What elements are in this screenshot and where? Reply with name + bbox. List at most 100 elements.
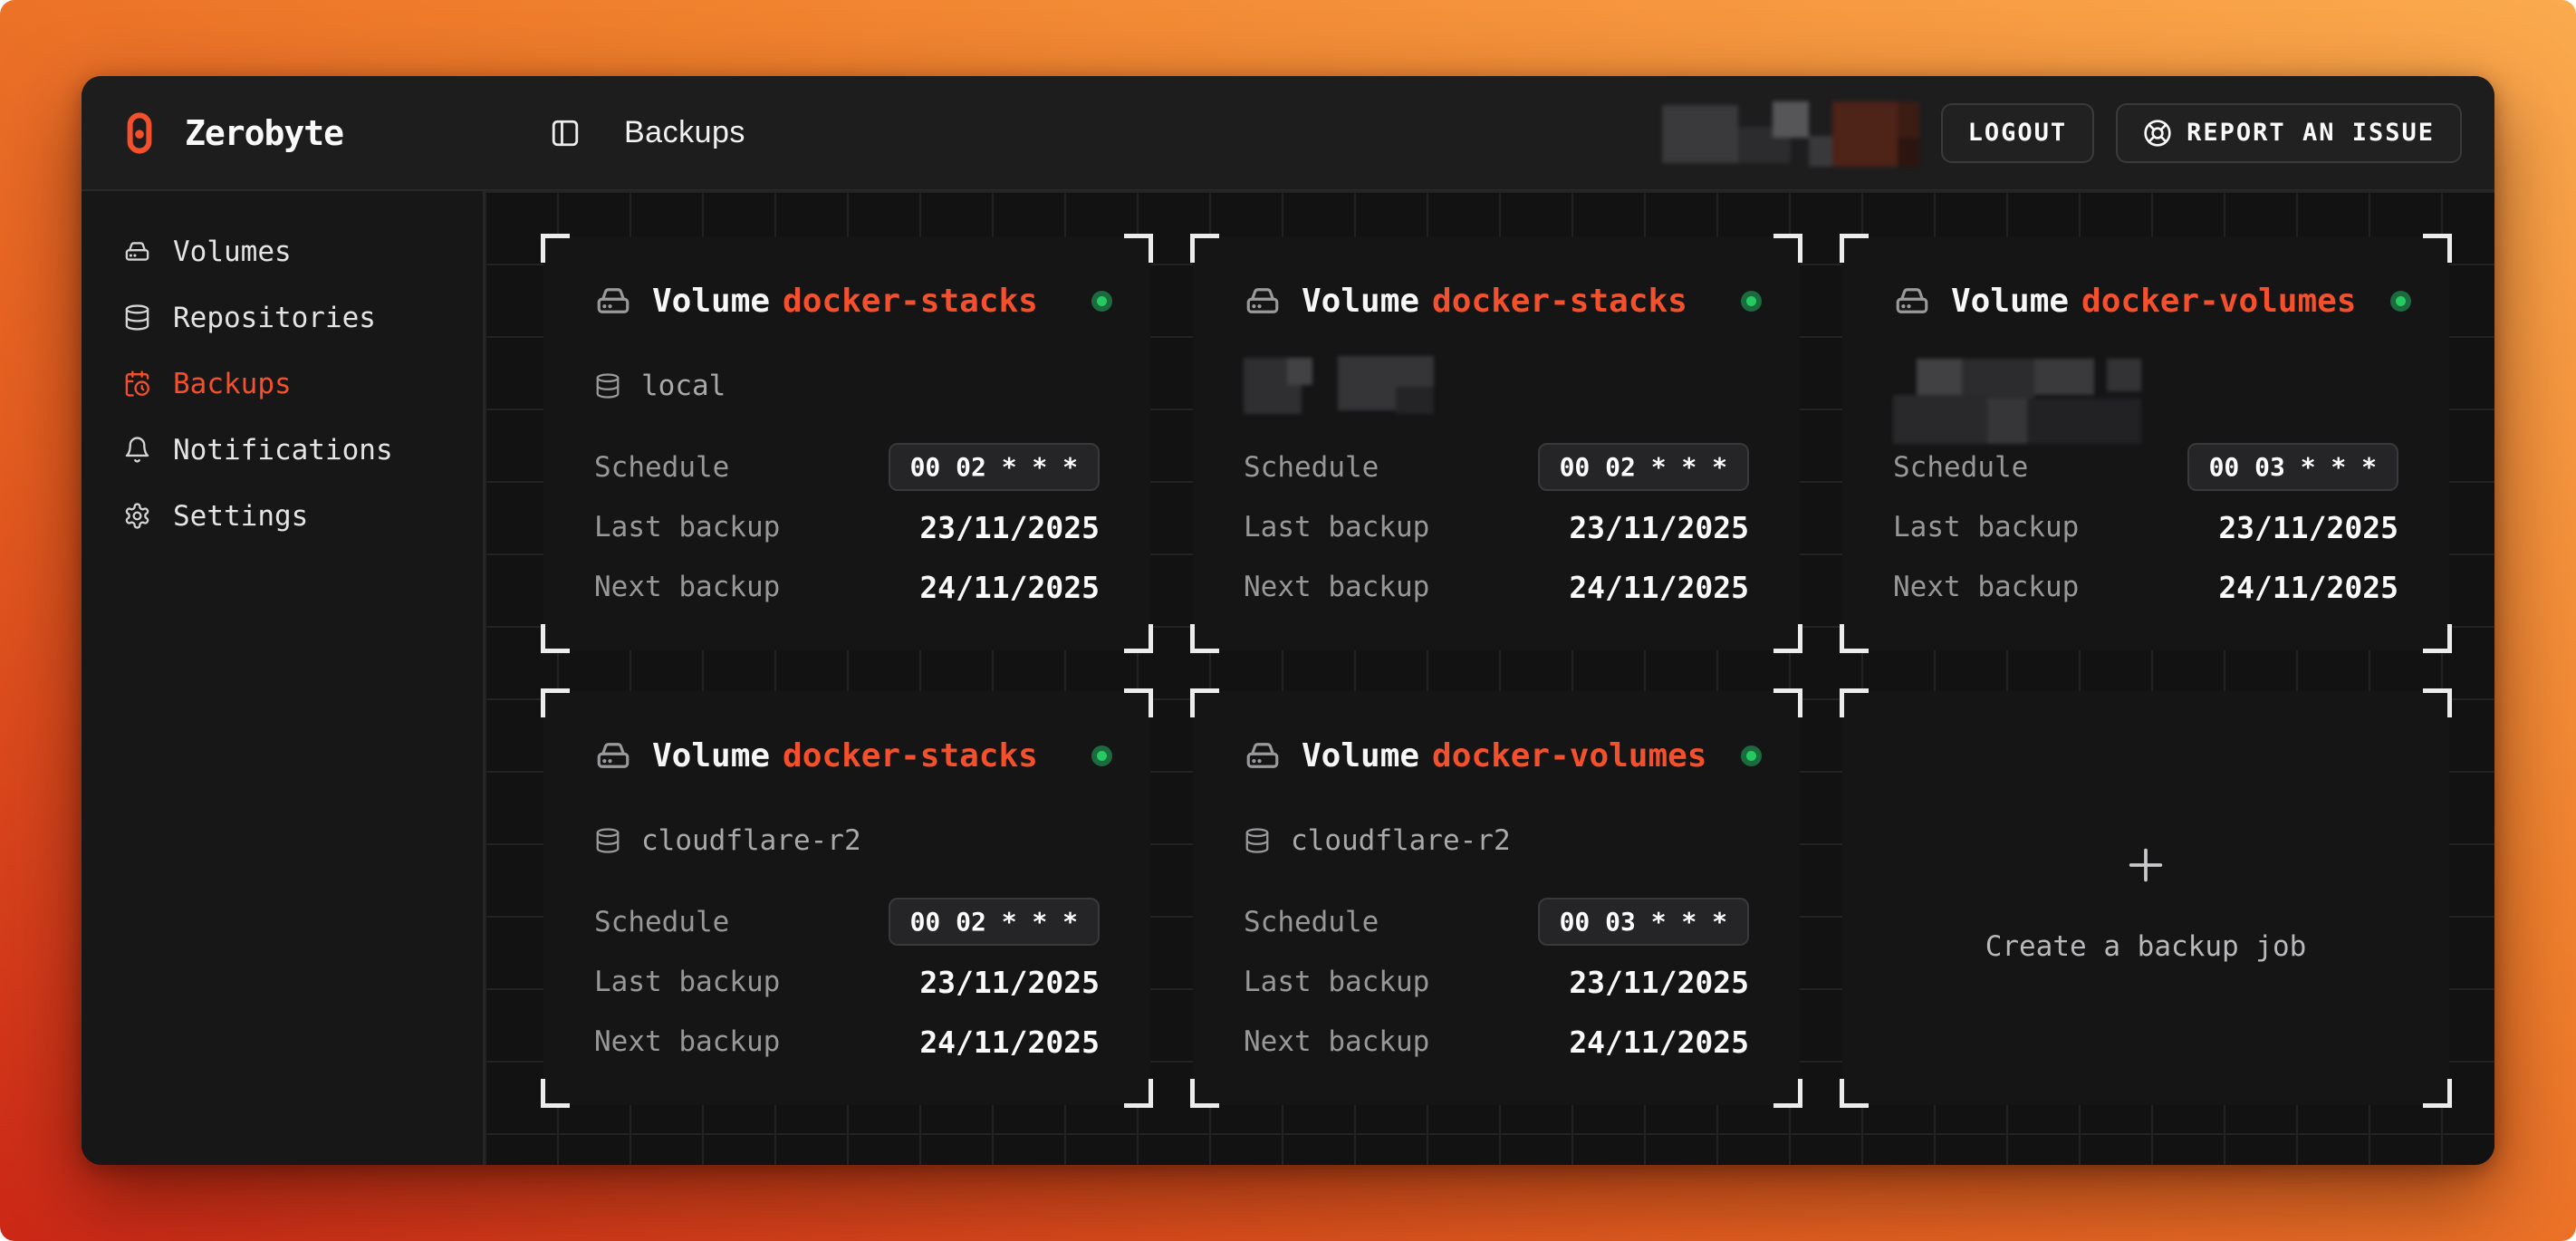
last-backup-label: Last backup [594, 966, 780, 998]
schedule-label: Schedule [1244, 906, 1379, 938]
sidebar-item-label: Volumes [173, 236, 292, 268]
bell-icon [123, 436, 151, 464]
next-backup-value: 24/11/2025 [1569, 570, 1749, 605]
volume-name: docker-volumes [2081, 283, 2356, 320]
repository-name: cloudflare-r2 [1291, 824, 1511, 857]
card-meta: Schedule 00 02 * * * Last backup 23/11/202… [594, 898, 1100, 1065]
card-header: Volumedocker-volumes [1244, 736, 1749, 774]
topbar: Zerobyte Backups LOGOUT REPORT AN ISSUE [82, 76, 2494, 191]
sidebar-item-label: Repositories [173, 302, 376, 334]
backup-job-card[interactable]: Volumedocker-stacks local Schedule 00 02 … [543, 236, 1150, 650]
card-title: Volumedocker-stacks [652, 283, 1038, 320]
repository-name: cloudflare-r2 [641, 824, 861, 857]
page-title: Backups [624, 115, 745, 150]
volume-name: docker-stacks [783, 737, 1038, 774]
desktop-background: Zerobyte Backups LOGOUT REPORT AN ISSUE [0, 0, 2576, 1241]
hard-drive-icon [1244, 282, 1282, 320]
card-title: Volumedocker-volumes [1951, 283, 2356, 320]
card-meta: Schedule00 03 * * * Last backup23/11/202… [1244, 898, 1749, 1065]
create-backup-job-card[interactable]: Create a backup job [1842, 691, 2449, 1105]
plus-icon [2120, 840, 2171, 890]
sidebar-item-label: Notifications [173, 434, 393, 467]
last-backup-value: 23/11/2025 [2218, 510, 2398, 545]
database-icon [123, 303, 151, 332]
next-backup-value: 24/11/2025 [1569, 1025, 1749, 1060]
last-backup-value: 23/11/2025 [1569, 965, 1749, 1000]
next-backup-label: Next backup [594, 571, 780, 603]
status-indicator [1091, 746, 1112, 766]
schedule-label: Schedule [1244, 451, 1379, 484]
repository-row [1893, 356, 2398, 443]
next-backup-label: Next backup [594, 1025, 780, 1058]
gear-icon [123, 502, 151, 530]
create-backup-job-label: Create a backup job [1985, 930, 2307, 963]
repository-row: cloudflare-r2 [594, 811, 1100, 871]
card-meta: Schedule 00 02 * * * Last backup 23/11/202… [594, 443, 1100, 611]
backup-job-card[interactable]: Volumedocker-volumes Schedule00 03 * * * [1842, 236, 2449, 650]
next-backup-value: 24/11/2025 [919, 1025, 1100, 1060]
last-backup-value: 23/11/2025 [919, 510, 1100, 545]
sidebar-item-volumes[interactable]: Volumes [82, 218, 483, 284]
repository-name: local [641, 370, 726, 402]
card-header: Volumedocker-stacks [594, 282, 1100, 320]
card-header: Volumedocker-stacks [1244, 282, 1749, 320]
backup-job-card[interactable]: Volumedocker-stacks Schedule 00 02 * * * … [1193, 236, 1800, 650]
redacted-user-info [1655, 96, 1919, 170]
sidebar-item-repositories[interactable]: Repositories [82, 284, 483, 351]
logout-label: LOGOUT [1968, 119, 2068, 147]
card-header: Volumedocker-stacks [594, 736, 1100, 774]
schedule-value: 00 02 * * * [889, 443, 1100, 491]
card-header: Volumedocker-volumes [1893, 282, 2398, 320]
panel-left-icon[interactable] [550, 118, 581, 149]
hard-drive-icon [594, 736, 632, 774]
next-backup-value: 24/11/2025 [919, 570, 1100, 605]
report-issue-label: REPORT AN ISSUE [2187, 119, 2435, 147]
hard-drive-icon [1893, 282, 1931, 320]
redacted-repository [1893, 359, 2165, 449]
calendar-clock-icon [123, 370, 151, 398]
repository-row [1244, 356, 1749, 416]
next-backup-label: Next backup [1244, 571, 1429, 603]
app-name: Zerobyte [185, 113, 343, 153]
sidebar-item-settings[interactable]: Settings [82, 483, 483, 549]
volume-name: docker-volumes [1432, 737, 1706, 774]
database-icon [594, 372, 621, 399]
redacted-repository [1244, 356, 1479, 416]
status-indicator [1091, 291, 1112, 312]
sidebar-item-backups[interactable]: Backups [82, 351, 483, 417]
volume-name: docker-stacks [1432, 283, 1687, 320]
backup-job-card[interactable]: Volumedocker-volumes cloudflare-r2 Sched… [1193, 691, 1800, 1105]
last-backup-value: 23/11/2025 [919, 965, 1100, 1000]
hard-drive-icon [594, 282, 632, 320]
next-backup-label: Next backup [1244, 1025, 1429, 1058]
card-meta: Schedule 00 02 * * * Last backup 23/11/202… [1244, 443, 1749, 611]
sidebar: Volumes Repositories Backups Notificatio… [82, 191, 483, 1165]
backups-grid-area: Volumedocker-stacks local Schedule 00 02 … [483, 191, 2494, 1165]
next-backup-label: Next backup [1893, 571, 2079, 603]
sidebar-item-notifications[interactable]: Notifications [82, 417, 483, 483]
schedule-label: Schedule [1893, 451, 2028, 484]
card-title: Volumedocker-volumes [1302, 737, 1706, 774]
last-backup-label: Last backup [1244, 966, 1429, 998]
logout-button[interactable]: LOGOUT [1941, 103, 2095, 163]
schedule-label: Schedule [594, 906, 729, 938]
page-head: Backups [483, 115, 745, 150]
schedule-label: Schedule [594, 451, 729, 484]
last-backup-value: 23/11/2025 [1569, 510, 1749, 545]
sidebar-item-label: Settings [173, 500, 308, 533]
last-backup-label: Last backup [1244, 511, 1429, 544]
report-issue-button[interactable]: REPORT AN ISSUE [2116, 103, 2462, 163]
backup-job-card[interactable]: Volumedocker-stacks cloudflare-r2 Schedu… [543, 691, 1150, 1105]
card-title: Volumedocker-stacks [652, 737, 1038, 774]
last-backup-label: Last backup [594, 511, 780, 544]
schedule-value: 00 02 * * * [889, 898, 1100, 946]
brand: Zerobyte [82, 111, 483, 155]
repository-row: local [594, 356, 1100, 416]
volume-name: docker-stacks [783, 283, 1038, 320]
hard-drive-icon [1244, 736, 1282, 774]
next-backup-value: 24/11/2025 [2218, 570, 2398, 605]
card-title: Volumedocker-stacks [1302, 283, 1687, 320]
repository-row: cloudflare-r2 [1244, 811, 1749, 871]
status-indicator [2390, 291, 2411, 312]
schedule-value: 00 02 * * * [1538, 443, 1749, 491]
